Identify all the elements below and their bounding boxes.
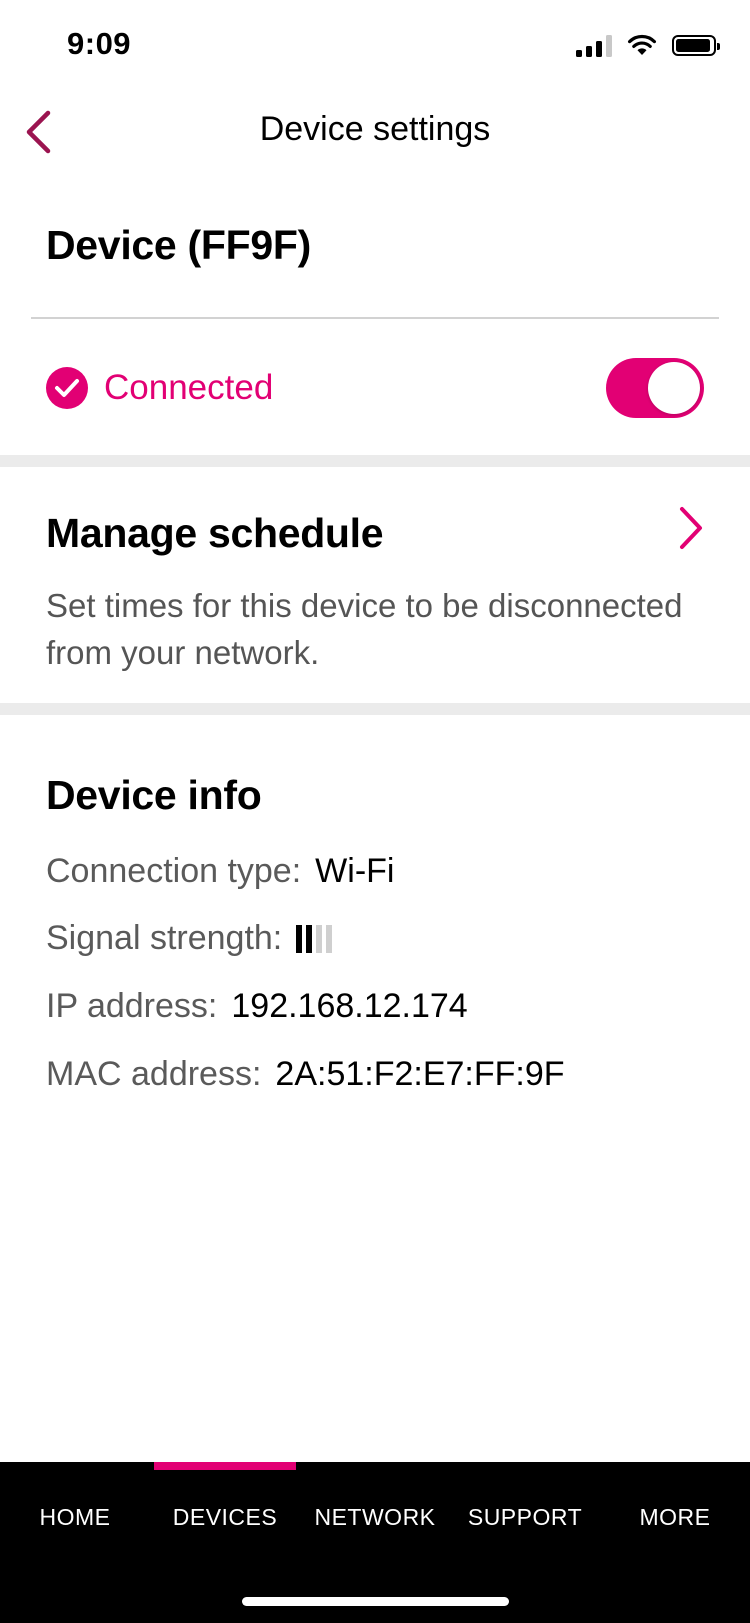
connection-type-value: Wi-Fi bbox=[315, 852, 395, 890]
signal-strength-bar bbox=[326, 924, 333, 953]
tab-label: SUPPORT bbox=[467, 1503, 583, 1530]
connection-toggle[interactable] bbox=[606, 358, 704, 418]
page-title: Device settings bbox=[259, 110, 491, 148]
nav-bar: Device settings bbox=[0, 96, 750, 170]
tab-devices[interactable]: DEVICES bbox=[150, 1462, 300, 1562]
signal-strength-bar bbox=[296, 924, 303, 953]
status-icons bbox=[576, 33, 720, 57]
connection-type-row: Connection type: Wi-Fi bbox=[46, 852, 394, 891]
mac-address-row: MAC address: 2A:51:F2:E7:FF:9F bbox=[46, 1055, 565, 1094]
tab-label: HOME bbox=[39, 1503, 111, 1530]
signal-strength-bar bbox=[306, 924, 313, 953]
device-name: Device (FF9F) bbox=[46, 222, 311, 268]
tab-label: NETWORK bbox=[314, 1503, 436, 1530]
ip-address-label: IP address: bbox=[46, 987, 218, 1025]
signal-strength-row: Signal strength: bbox=[46, 919, 333, 958]
section-separator bbox=[0, 703, 750, 715]
section-separator bbox=[0, 455, 750, 467]
tab-label: MORE bbox=[639, 1503, 711, 1530]
tab-label: DEVICES bbox=[172, 1503, 278, 1530]
signal-strength-bar bbox=[316, 924, 323, 953]
active-tab-indicator bbox=[154, 1462, 296, 1470]
toggle-knob bbox=[648, 362, 700, 414]
chevron-right-icon bbox=[680, 507, 702, 549]
ip-address-row: IP address: 192.168.12.174 bbox=[46, 987, 468, 1026]
signal-strength-label: Signal strength: bbox=[46, 919, 283, 957]
status-time: 9:09 bbox=[67, 26, 132, 61]
connection-type-label: Connection type: bbox=[46, 852, 302, 890]
check-circle-icon bbox=[46, 367, 88, 409]
device-info-title: Device info bbox=[46, 772, 262, 818]
connection-status-row: Connected bbox=[46, 358, 704, 418]
cellular-signal-icon bbox=[576, 33, 612, 57]
battery-icon bbox=[672, 34, 720, 56]
manage-schedule-description: Set times for this device to be disconne… bbox=[46, 587, 683, 671]
tab-home[interactable]: HOME bbox=[0, 1462, 150, 1562]
home-indicator bbox=[242, 1597, 509, 1606]
divider bbox=[31, 317, 719, 319]
wifi-icon bbox=[628, 34, 656, 55]
bottom-nav: HOME DEVICES NETWORK SUPPORT MORE bbox=[0, 1462, 750, 1623]
manage-schedule-title: Manage schedule bbox=[46, 510, 384, 556]
ip-address-value: 192.168.12.174 bbox=[231, 987, 468, 1025]
manage-schedule-row[interactable]: Manage schedule Set times for this devic… bbox=[0, 467, 750, 703]
mac-address-value: 2A:51:F2:E7:FF:9F bbox=[275, 1055, 565, 1093]
connection-status-label: Connected bbox=[104, 368, 274, 407]
tab-network[interactable]: NETWORK bbox=[300, 1462, 450, 1562]
status-bar: 9:09 bbox=[0, 0, 750, 96]
signal-strength-icon bbox=[296, 924, 333, 953]
tab-more[interactable]: MORE bbox=[600, 1462, 750, 1562]
tab-support[interactable]: SUPPORT bbox=[450, 1462, 600, 1562]
mac-address-label: MAC address: bbox=[46, 1055, 262, 1093]
